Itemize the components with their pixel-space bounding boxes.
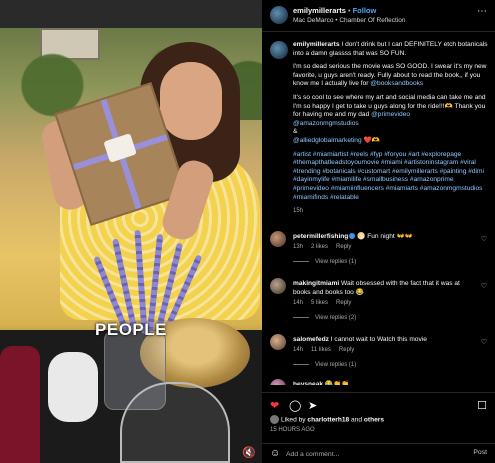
add-comment-input[interactable] — [286, 448, 446, 460]
liked-user[interactable]: charlotterh18 — [307, 416, 349, 423]
follow-button[interactable]: Follow — [353, 6, 377, 15]
comment-meta: 14h 11 likes Reply — [293, 347, 362, 353]
comment-likes[interactable]: 5 likes — [311, 300, 328, 306]
comment-text: 🌕 Fun night 👐👐 — [357, 233, 413, 240]
background-awning — [0, 0, 262, 28]
mute-icon[interactable]: 🔇 — [242, 446, 256, 460]
avatar[interactable] — [270, 6, 288, 24]
comment-body: heysneak 😂👏👏 — [293, 381, 473, 385]
post-panel: emilymillerarts • Follow Mac DeMarco • Cha… — [262, 0, 495, 463]
comment-username[interactable]: heysneak — [293, 381, 323, 385]
avatar[interactable] — [270, 231, 286, 247]
post-time-ago[interactable]: 15 HOURS AGO — [270, 427, 315, 433]
comment-time: 14h — [293, 347, 304, 353]
comment-like-icon[interactable]: ♡ — [481, 235, 487, 243]
comment-time: 14h — [293, 300, 304, 306]
caption-age: 15h — [293, 208, 304, 215]
wine-bottle — [0, 346, 40, 463]
post-media[interactable]: PEOPLE 🔇 — [0, 0, 262, 463]
audio-track[interactable]: Mac DeMarco • Chamber Of Reflection — [293, 17, 405, 24]
more-options-icon[interactable]: ⋯ — [477, 6, 487, 17]
header-username[interactable]: emilymillerarts — [293, 6, 346, 15]
view-replies-button[interactable]: View replies (1) — [293, 259, 356, 265]
comment-likes[interactable]: 2 likes — [311, 244, 328, 250]
post-header: emilymillerarts • Follow Mac DeMarco • Cha… — [262, 0, 495, 32]
verified-badge-icon — [349, 233, 356, 240]
post-comment-button[interactable]: Post — [473, 449, 487, 456]
view-replies-button[interactable]: View replies (2) — [293, 315, 356, 321]
comment-body: petermillerfishing 🌕 Fun night 👐👐 — [293, 233, 473, 242]
glass-cup — [120, 382, 230, 463]
hashtags[interactable]: #artist #miamiartist #reels #fyp #foryou… — [293, 151, 489, 203]
post-caption: emilymillerarts I don't drink but I can … — [293, 41, 489, 216]
video-overlay-text: PEOPLE — [95, 320, 167, 339]
comment-icon[interactable]: ◯ — [289, 399, 301, 412]
liked-others[interactable]: others — [364, 416, 384, 423]
separator: • — [347, 6, 351, 15]
comment-body: makingitmiami Wait obsessed with the fac… — [293, 280, 473, 297]
avatar[interactable] — [270, 379, 286, 385]
lavender-bouquet — [93, 214, 208, 335]
mention-link[interactable]: @booksandbooks — [370, 80, 423, 87]
comment-username[interactable]: petermillerfishing — [293, 233, 348, 240]
liked-by: Liked by charlotterh18 and others — [270, 415, 384, 424]
post-actions: ❤ ◯ ➤ ☐ — [262, 392, 495, 412]
white-humidifier — [48, 352, 98, 422]
comment-meta: 13h 2 likes Reply — [293, 244, 359, 250]
mention-link[interactable]: @alliedglobalmarketing — [293, 137, 362, 144]
caption-username[interactable]: emilymillerarts — [293, 41, 340, 48]
avatar[interactable] — [270, 334, 286, 350]
share-icon[interactable]: ➤ — [308, 399, 317, 412]
header-user-line: emilymillerarts • Follow — [293, 6, 376, 15]
bookmark-icon[interactable]: ☐ — [477, 399, 487, 412]
heart-icon[interactable]: ❤ — [270, 399, 279, 412]
view-replies-button[interactable]: View replies (1) — [293, 362, 356, 368]
comment-text: I cannot wait to Watch this movie — [330, 336, 427, 343]
person-face — [160, 62, 222, 140]
comment-like-icon[interactable]: ♡ — [481, 282, 487, 290]
caption-text: ❤️🫶 — [361, 136, 380, 144]
add-comment-bar: ☺ Post — [262, 443, 495, 463]
comments-scroll[interactable]: emilymillerarts I don't drink but I can … — [262, 33, 495, 385]
liked-middle: and — [349, 416, 364, 424]
emoji-icon[interactable]: ☺ — [270, 448, 280, 459]
avatar[interactable] — [270, 41, 288, 59]
comment-username[interactable]: salomefedz — [293, 336, 329, 343]
caption-text: & — [293, 128, 298, 136]
reply-button[interactable]: Reply — [336, 244, 351, 250]
comment-username[interactable]: makingitmiami — [293, 280, 339, 287]
liked-prefix: Liked by — [281, 416, 308, 424]
comment-like-icon[interactable]: ♡ — [481, 338, 487, 346]
comment-likes[interactable]: 11 likes — [311, 347, 331, 353]
mention-link[interactable]: @primevideo — [371, 111, 410, 118]
comment-text: 😂👏👏 — [324, 381, 350, 385]
gift-tag — [103, 133, 137, 163]
reply-button[interactable]: Reply — [336, 300, 351, 306]
comment-body: salomefedz I cannot wait to Watch this m… — [293, 336, 473, 345]
comment-time: 13h — [293, 244, 304, 250]
mention-link[interactable]: @amazonmgmstudios — [293, 120, 359, 127]
avatar — [270, 415, 279, 424]
reply-button[interactable]: Reply — [339, 347, 354, 353]
avatar[interactable] — [270, 278, 286, 294]
comment-meta: 14h 5 likes Reply — [293, 300, 359, 306]
